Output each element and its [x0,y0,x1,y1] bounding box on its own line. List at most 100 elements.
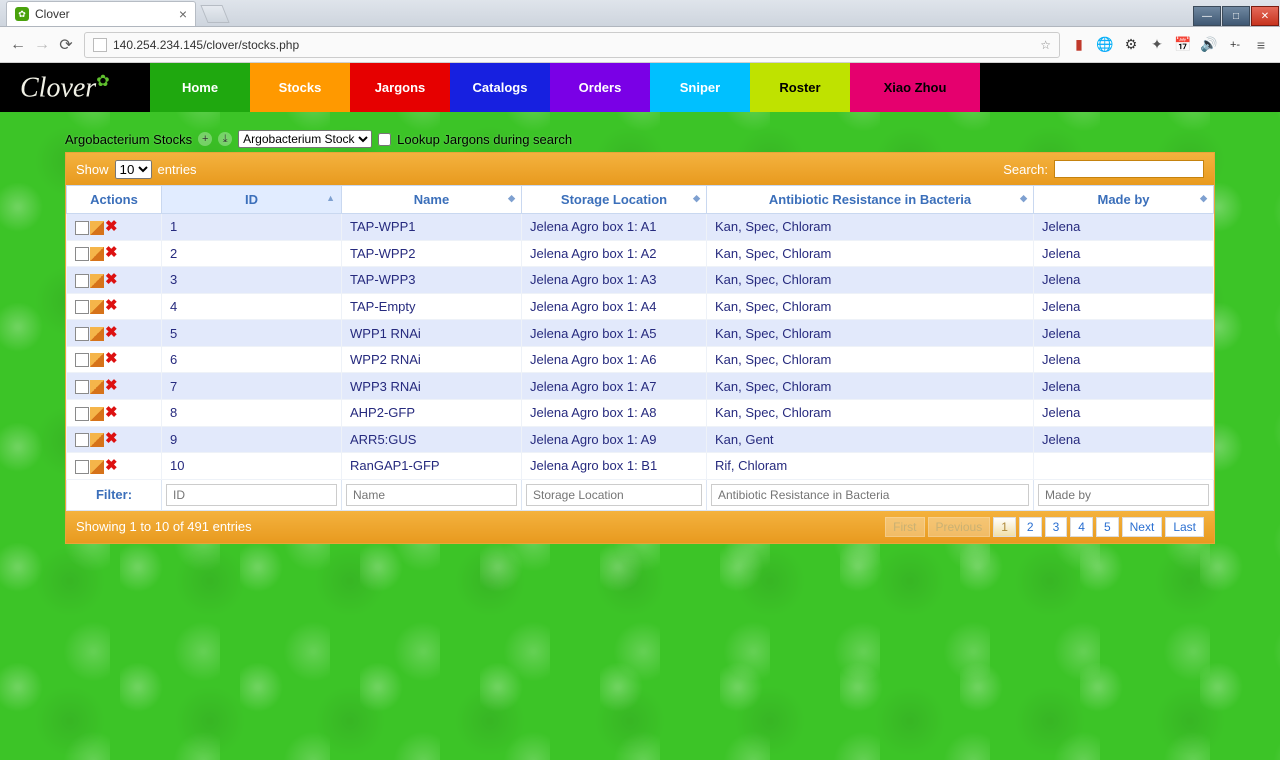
edit-icon[interactable] [90,300,104,314]
page-next[interactable]: Next [1122,517,1163,537]
import-icon[interactable]: ⤓ [218,132,232,146]
ext-icon-1[interactable]: ▮ [1070,36,1088,54]
cell-id: 3 [162,267,342,294]
site-logo[interactable]: Clover✿ [0,71,150,104]
nav-stocks[interactable]: Stocks [250,63,350,112]
edit-icon[interactable] [90,247,104,261]
filter-storage[interactable] [526,484,702,506]
edit-icon[interactable] [90,274,104,288]
col-name[interactable]: Name◆ [342,186,522,214]
view-icon[interactable] [75,274,89,288]
view-icon[interactable] [75,300,89,314]
star-icon[interactable]: ☆ [1040,38,1051,52]
cell-storage: Jelena Agro box 1: B1 [522,453,707,480]
view-icon[interactable] [75,433,89,447]
forward-button[interactable]: → [30,33,54,57]
page-4[interactable]: 4 [1070,517,1093,537]
table-row: ✖7WPP3 RNAiJelena Agro box 1: A7Kan, Spe… [67,373,1214,400]
volume-icon[interactable]: 🔊 [1200,36,1218,54]
nav-user[interactable]: Xiao Zhou [850,63,980,112]
col-storage[interactable]: Storage Location◆ [522,186,707,214]
cell-antibiotic: Rif, Chloram [707,453,1034,480]
view-icon[interactable] [75,247,89,261]
edit-icon[interactable] [90,380,104,394]
gear-icon[interactable]: ⚙ [1122,36,1140,54]
col-madeby[interactable]: Made by◆ [1034,186,1214,214]
cell-storage: Jelena Agro box 1: A8 [522,399,707,426]
sort-icon: ◆ [508,193,515,204]
delete-icon[interactable]: ✖ [105,433,119,447]
cell-antibiotic: Kan, Gent [707,426,1034,453]
add-icon[interactable]: + [198,132,212,146]
view-icon[interactable] [75,353,89,367]
menu-icon[interactable]: ≡ [1252,36,1270,54]
col-id[interactable]: ID▲ [162,186,342,214]
close-window-button[interactable]: ✕ [1251,6,1279,26]
back-button[interactable]: ← [6,33,30,57]
filter-antibiotic[interactable] [711,484,1029,506]
new-tab-button[interactable] [200,5,229,23]
edit-icon[interactable] [90,407,104,421]
filter-id[interactable] [166,484,337,506]
delete-icon[interactable]: ✖ [105,221,119,235]
filter-madeby[interactable] [1038,484,1209,506]
nav-orders[interactable]: Orders [550,63,650,112]
actions-cell: ✖ [67,214,162,241]
entries-select[interactable]: 10 [115,160,152,179]
table-row: ✖10RanGAP1-GFPJelena Agro box 1: B1Rif, … [67,453,1214,480]
translate-icon[interactable]: 🌐 [1096,36,1114,54]
calendar-icon[interactable]: 📅 [1174,36,1192,54]
puzzle-icon[interactable]: ✦ [1148,36,1166,54]
page-last[interactable]: Last [1165,517,1204,537]
reload-button[interactable]: ⟳ [54,33,78,57]
nav-sniper[interactable]: Sniper [650,63,750,112]
address-bar[interactable]: 140.254.234.145/clover/stocks.php ☆ [84,32,1060,58]
browser-tab[interactable]: ✿ Clover × [6,1,196,26]
page-1[interactable]: 1 [993,517,1016,537]
delete-icon[interactable]: ✖ [105,407,119,421]
delete-icon[interactable]: ✖ [105,300,119,314]
cell-id: 2 [162,240,342,267]
delete-icon[interactable]: ✖ [105,327,119,341]
edit-icon[interactable] [90,433,104,447]
lookup-jargons-checkbox[interactable] [378,133,391,146]
edit-icon[interactable] [90,460,104,474]
view-icon[interactable] [75,221,89,235]
view-icon[interactable] [75,327,89,341]
view-icon[interactable] [75,407,89,421]
minimize-button[interactable]: — [1193,6,1221,26]
zoom-icon[interactable]: +- [1226,36,1244,54]
maximize-button[interactable]: □ [1222,6,1250,26]
table-row: ✖3TAP-WPP3Jelena Agro box 1: A3Kan, Spec… [67,267,1214,294]
cell-storage: Jelena Agro box 1: A3 [522,267,707,294]
search-input[interactable] [1054,160,1204,178]
cell-name: WPP1 RNAi [342,320,522,347]
nav-roster[interactable]: Roster [750,63,850,112]
col-antibiotic[interactable]: Antibiotic Resistance in Bacteria◆ [707,186,1034,214]
delete-icon[interactable]: ✖ [105,247,119,261]
cell-name: TAP-WPP3 [342,267,522,294]
nav-jargons[interactable]: Jargons [350,63,450,112]
stock-type-select[interactable]: Argobacterium Stock [238,130,372,148]
page-3[interactable]: 3 [1045,517,1068,537]
page-2[interactable]: 2 [1019,517,1042,537]
nav-home[interactable]: Home [150,63,250,112]
edit-icon[interactable] [90,221,104,235]
tab-close-icon[interactable]: × [179,6,187,22]
delete-icon[interactable]: ✖ [105,353,119,367]
page-prev[interactable]: Previous [928,517,991,537]
page-5[interactable]: 5 [1096,517,1119,537]
page-first[interactable]: First [885,517,924,537]
delete-icon[interactable]: ✖ [105,274,119,288]
filter-name[interactable] [346,484,517,506]
delete-icon[interactable]: ✖ [105,460,119,474]
nav-catalogs[interactable]: Catalogs [450,63,550,112]
view-icon[interactable] [75,380,89,394]
browser-tab-strip: ✿ Clover × — □ ✕ [0,0,1280,27]
table-row: ✖4TAP-EmptyJelena Agro box 1: A4Kan, Spe… [67,293,1214,320]
edit-icon[interactable] [90,353,104,367]
view-icon[interactable] [75,460,89,474]
delete-icon[interactable]: ✖ [105,380,119,394]
actions-cell: ✖ [67,267,162,294]
edit-icon[interactable] [90,327,104,341]
